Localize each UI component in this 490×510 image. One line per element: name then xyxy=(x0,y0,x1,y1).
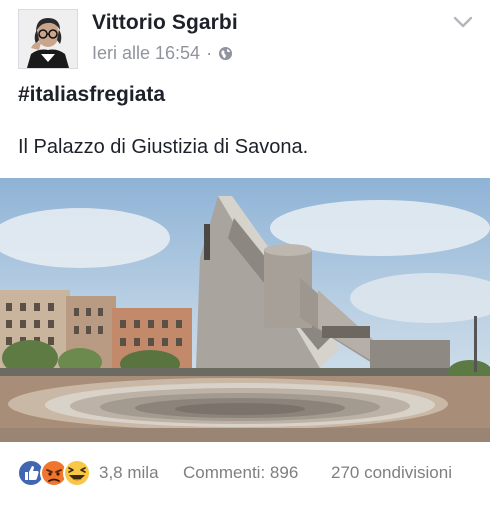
hashtag-link[interactable]: #italiasfregiata xyxy=(18,83,165,107)
post-meta: Ieri alle 16:54 · xyxy=(92,43,233,64)
meta-separator: · xyxy=(206,43,213,63)
chevron-down-icon[interactable] xyxy=(452,14,474,30)
reaction-count[interactable]: 3,8 mila xyxy=(99,463,159,483)
author-avatar[interactable] xyxy=(18,9,78,69)
post-header: Vittorio Sgarbi Ieri alle 16:54 · xyxy=(0,0,490,75)
shares-count[interactable]: 270 condivisioni xyxy=(331,463,452,483)
reactions-bar: 3,8 mila Commenti: 896 270 condivisioni xyxy=(0,452,490,494)
haha-icon xyxy=(63,459,91,487)
author-name[interactable]: Vittorio Sgarbi xyxy=(92,11,238,35)
author-portrait-image xyxy=(19,10,77,68)
post-photo[interactable] xyxy=(0,178,490,442)
post-text: Il Palazzo di Giustizia di Savona. xyxy=(18,136,309,158)
globe-icon xyxy=(219,46,233,61)
reaction-icons-group[interactable] xyxy=(17,458,97,488)
comments-count[interactable]: Commenti: 896 xyxy=(183,463,298,483)
post-timestamp[interactable]: Ieri alle 16:54 xyxy=(92,43,200,64)
building-photo-image xyxy=(0,178,490,442)
